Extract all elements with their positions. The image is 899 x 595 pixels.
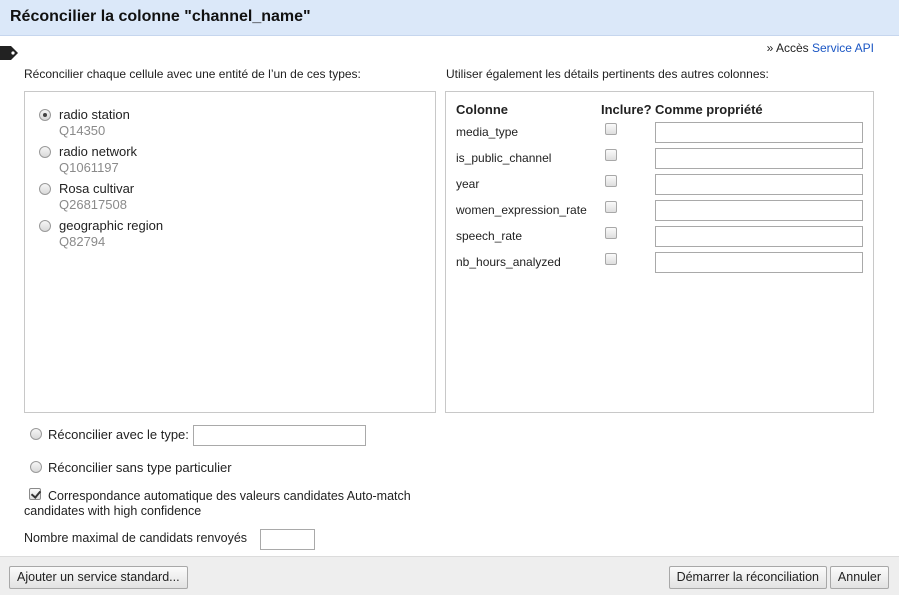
type-id: Q1061197	[59, 160, 119, 175]
column-row-name: nb_hours_analyzed	[456, 255, 561, 269]
type-input[interactable]	[193, 425, 366, 446]
columns-panel: Colonne Inclure? Comme propriété media_t…	[445, 91, 874, 413]
include-checkbox[interactable]	[605, 149, 617, 161]
column-header: Colonne	[456, 102, 508, 117]
type-id: Q82794	[59, 234, 106, 249]
columns-panel-label: Utiliser également les détails pertinent…	[446, 67, 769, 81]
with-type-radio[interactable]	[30, 428, 42, 440]
add-standard-service-button[interactable]: Ajouter un service standard...	[9, 566, 188, 589]
max-candidates-label: Nombre maximal de candidats renvoyés	[24, 531, 248, 545]
type-name: Rosa cultivar	[59, 181, 135, 196]
type-name: radio station	[59, 107, 130, 122]
api-link-prefix: » Accès	[766, 41, 809, 55]
property-input[interactable]	[655, 174, 863, 195]
type-name: geographic region	[59, 218, 164, 233]
property-input[interactable]	[655, 200, 863, 221]
max-candidates-input[interactable]	[260, 529, 315, 550]
property-input[interactable]	[655, 252, 863, 273]
include-checkbox[interactable]	[605, 175, 617, 187]
column-row-name: women_expression_rate	[456, 203, 587, 217]
type-radio[interactable]	[39, 146, 51, 158]
cancel-button[interactable]: Annuler	[829, 566, 889, 589]
type-radio[interactable]	[39, 109, 51, 121]
include-checkbox[interactable]	[605, 123, 617, 135]
property-input[interactable]	[655, 122, 863, 143]
type-name: radio network	[59, 144, 138, 159]
types-panel-label: Réconcilier chaque cellule avec une enti…	[24, 67, 361, 81]
with-type-label: Réconcilier avec le type:	[48, 427, 189, 442]
column-row-name: speech_rate	[456, 229, 523, 243]
include-header: Inclure?	[601, 102, 652, 117]
without-type-label: Réconcilier sans type particulier	[48, 460, 232, 475]
type-id: Q14350	[59, 123, 106, 138]
property-input[interactable]	[655, 148, 863, 169]
types-panel: radio station Q14350 radio network Q1061…	[24, 91, 436, 413]
column-row-name: year	[456, 177, 480, 191]
dialog-title: Réconcilier la colonne "channel_name"	[10, 8, 311, 25]
include-checkbox[interactable]	[605, 253, 617, 265]
without-type-radio[interactable]	[30, 461, 42, 473]
include-checkbox[interactable]	[605, 227, 617, 239]
dialog-titlebar: Réconcilier la colonne "channel_name"	[0, 0, 899, 36]
auto-match-label: Correspondance automatique des valeurs c…	[24, 489, 411, 518]
type-radio[interactable]	[39, 220, 51, 232]
property-header: Comme propriété	[655, 102, 763, 117]
dialog-footer: Ajouter un service standard... Démarrer …	[0, 556, 899, 595]
service-api-link[interactable]: Service API	[812, 41, 874, 55]
type-id: Q26817508	[59, 197, 127, 212]
tag-icon[interactable]	[0, 45, 20, 61]
include-checkbox[interactable]	[605, 201, 617, 213]
type-radio[interactable]	[39, 183, 51, 195]
column-row-name: is_public_channel	[456, 151, 552, 165]
api-link-line: » Accès Service API	[767, 41, 874, 55]
start-reconciliation-button[interactable]: Démarrer la réconciliation	[668, 566, 827, 589]
column-row-name: media_type	[456, 125, 519, 139]
property-input[interactable]	[655, 226, 863, 247]
